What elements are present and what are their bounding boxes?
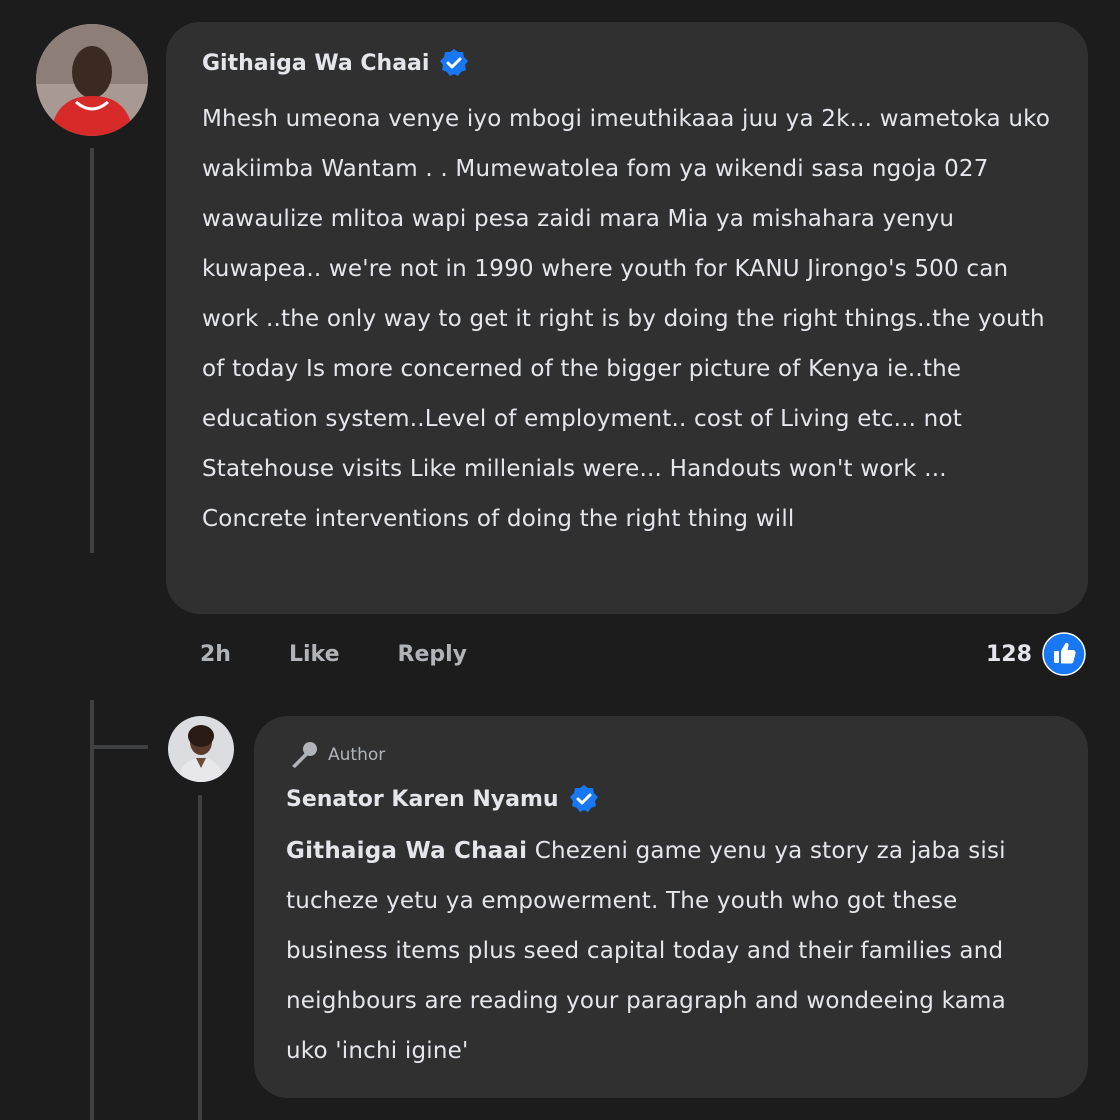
thread-connector — [90, 745, 148, 749]
verified-badge-icon — [440, 49, 469, 76]
mention-link[interactable]: Githaiga Wa Chaai — [286, 838, 527, 864]
verified-badge-icon — [569, 785, 598, 812]
like-reaction-icon — [1042, 632, 1086, 676]
reply-bubble: Author Senator Karen Nyamu Githaiga Wa C… — [254, 716, 1088, 1098]
reaction-summary[interactable]: 128 — [986, 632, 1086, 676]
comment-time[interactable]: 2h — [200, 642, 231, 667]
reply-author-name-row: Senator Karen Nyamu — [286, 784, 1054, 814]
commenter-name-row: Githaiga Wa Chaai — [202, 48, 1052, 78]
thread-line-lower — [90, 700, 94, 1120]
like-button[interactable]: Like — [289, 642, 340, 667]
author-tag-label: Author — [328, 745, 386, 765]
commenter-avatar[interactable] — [36, 24, 148, 136]
thread-line-main — [90, 148, 94, 553]
reply-text: Githaiga Wa Chaai Chezeni game yenu ya s… — [286, 826, 1046, 1076]
reply-body: Chezeni game yenu ya story za jaba sisi … — [286, 838, 1006, 1064]
comment-bubble: Githaiga Wa Chaai Mhesh umeona venye iyo… — [166, 22, 1088, 614]
thread-line-reply — [198, 795, 202, 1120]
reply-author-avatar[interactable] — [168, 716, 234, 782]
comment-text: Mhesh umeona venye iyo mbogi imeuthikaaa… — [202, 106, 1051, 532]
commenter-name[interactable]: Githaiga Wa Chaai — [202, 51, 429, 76]
microphone-icon — [292, 742, 317, 768]
comment-actions: 2h Like Reply — [200, 642, 525, 667]
reply-button[interactable]: Reply — [398, 642, 468, 667]
reaction-count: 128 — [986, 641, 1032, 667]
reply-author-name[interactable]: Senator Karen Nyamu — [286, 787, 559, 812]
author-tag: Author — [286, 740, 1054, 770]
